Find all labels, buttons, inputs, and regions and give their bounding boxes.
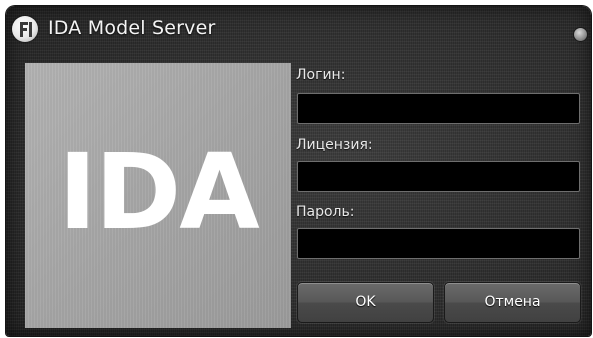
window-title: IDA Model Server: [48, 17, 216, 39]
ida-logo-panel: IDA: [25, 63, 291, 328]
ok-button[interactable]: OK: [297, 282, 434, 323]
close-circle-icon[interactable]: [574, 28, 587, 41]
password-label: Пароль:: [296, 204, 355, 220]
login-dialog-window: IDA Model Server IDA Логин: Лицензия: Па…: [6, 6, 591, 336]
login-input[interactable]: [297, 93, 580, 124]
license-label: Лицензия:: [296, 137, 373, 153]
license-input[interactable]: [297, 161, 580, 192]
title-bar[interactable]: IDA Model Server: [6, 6, 591, 56]
ida-logo-icon: [12, 16, 38, 42]
password-input[interactable]: [297, 228, 580, 259]
login-label: Логин:: [296, 67, 346, 83]
cancel-button[interactable]: Отмена: [444, 282, 581, 323]
ida-logo-text: IDA: [58, 131, 260, 253]
